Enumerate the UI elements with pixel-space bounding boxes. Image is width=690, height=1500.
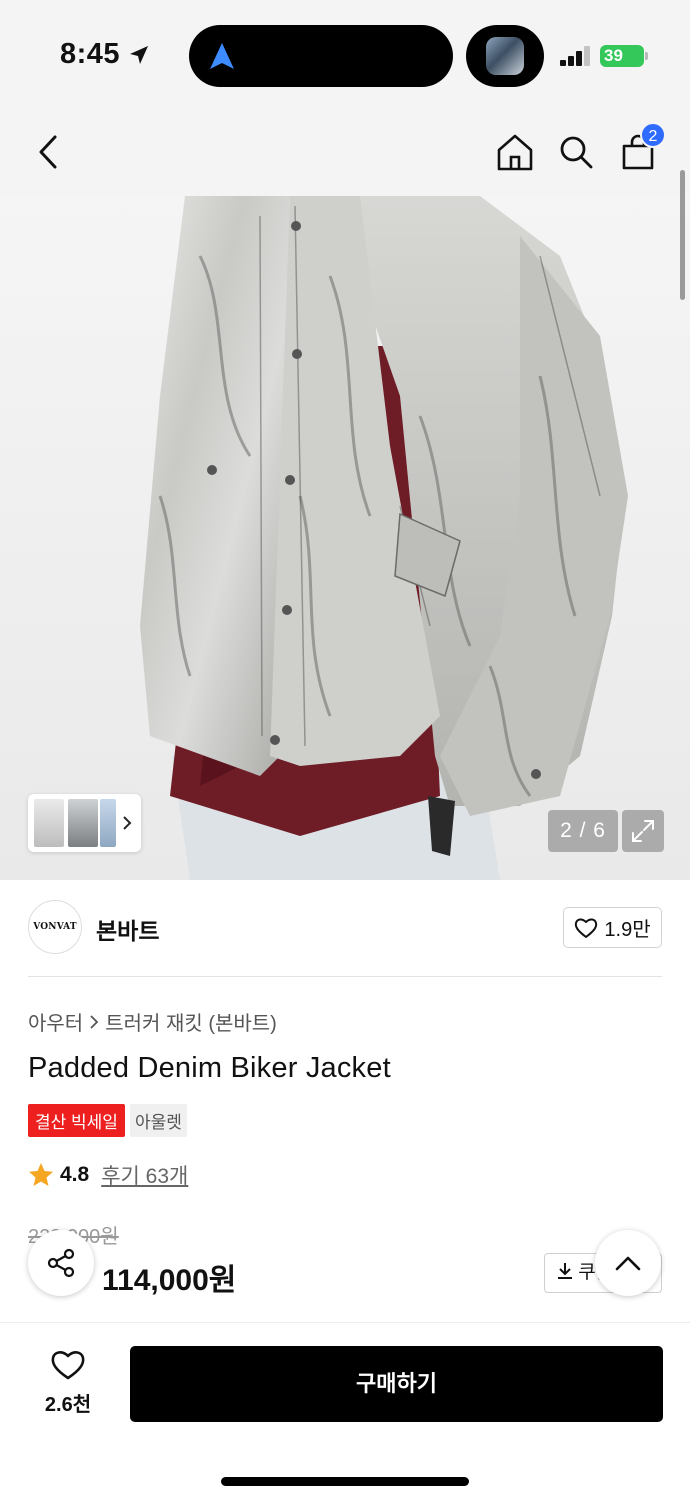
page-scrollbar[interactable] (680, 170, 685, 300)
home-indicator (221, 1477, 469, 1486)
breadcrumb-category[interactable]: 아우터 (28, 1007, 83, 1036)
status-time: 8:45 (60, 38, 121, 70)
status-bar: 8:45 39 (0, 0, 690, 110)
rating-score: 4.8 (60, 1163, 90, 1186)
product-badges: 결산 빅세일 아울렛 (28, 1104, 187, 1137)
product-like-count: 2.6천 (44, 1394, 92, 1416)
product-like-button[interactable]: 2.6천 (28, 1349, 108, 1417)
brand-like-button[interactable]: 1.9만 (563, 907, 662, 948)
review-count-link[interactable]: 후기 63개 (101, 1160, 188, 1190)
home-icon (497, 134, 533, 171)
battery-indicator: 39 (600, 45, 648, 67)
product-title: Padded Denim Biker Jacket (28, 1052, 391, 1084)
top-navigation-bar: 2 (0, 110, 690, 196)
search-button[interactable] (552, 128, 600, 176)
breadcrumb-subcategory[interactable]: 트러커 재킷 (본바트) (105, 1007, 277, 1036)
star-icon (29, 1163, 53, 1186)
chevron-up-icon (615, 1256, 641, 1271)
chevron-right-icon (90, 1014, 99, 1029)
download-icon (558, 1263, 572, 1279)
fullscreen-button[interactable] (622, 810, 664, 852)
image-counter: 2 / 6 (548, 810, 618, 852)
navigation-arrow-icon (210, 43, 234, 69)
cart-count-badge: 2 (640, 122, 666, 148)
rating-row[interactable]: 4.8 후기 63개 (28, 1160, 188, 1190)
thumbnail-2 (68, 799, 98, 847)
expand-icon (632, 820, 654, 842)
heart-icon (575, 918, 598, 938)
chevron-left-icon (39, 135, 57, 169)
product-photo-jacket (140, 196, 628, 880)
buy-button[interactable]: 구매하기 (130, 1346, 663, 1422)
cart-button[interactable]: 2 (614, 122, 666, 176)
thumbnail-1 (34, 799, 64, 847)
search-icon (560, 136, 593, 169)
back-button[interactable] (24, 128, 72, 176)
sale-price: 114,000원 (102, 1264, 237, 1297)
location-arrow-icon (130, 46, 148, 64)
cellular-signal-icon (560, 46, 592, 66)
sale-badge: 결산 빅세일 (28, 1104, 125, 1137)
activity-thumbnail-image (486, 37, 524, 75)
share-button[interactable] (28, 1230, 94, 1296)
outlet-badge: 아울렛 (129, 1104, 187, 1137)
bottom-action-bar: 2.6천 구매하기 (0, 1322, 690, 1500)
brand-logo[interactable]: VONVAT (28, 900, 82, 954)
home-button[interactable] (491, 128, 539, 176)
thumbnail-3 (100, 799, 116, 847)
live-activity-thumbnail (466, 25, 544, 87)
brand-name[interactable]: 본바트 (96, 912, 159, 946)
battery-level: 39 (604, 46, 623, 65)
share-icon (47, 1248, 75, 1278)
brand-like-count: 1.9만 (604, 919, 651, 941)
chevron-right-icon (123, 816, 132, 830)
heart-icon (51, 1351, 85, 1380)
scroll-to-top-button[interactable] (595, 1230, 661, 1296)
brand-logo-text: VONVAT (33, 922, 77, 932)
divider (28, 976, 662, 977)
dynamic-island (189, 25, 453, 87)
product-image[interactable] (0, 196, 690, 880)
breadcrumb: 아우터 트러커 재킷 (본바트) (28, 1007, 277, 1036)
image-thumbnails-button[interactable] (28, 794, 141, 852)
